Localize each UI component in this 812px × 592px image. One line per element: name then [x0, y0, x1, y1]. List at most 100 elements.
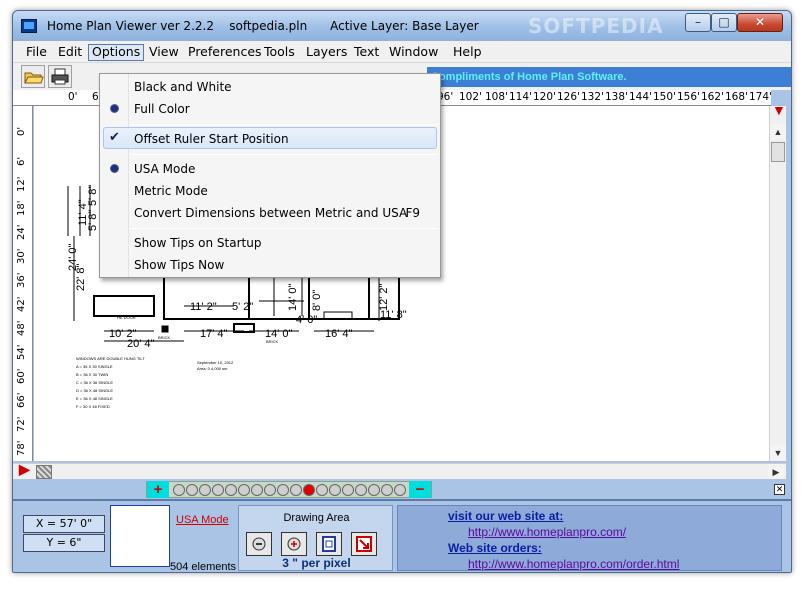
ruler-left: 0' 6' 12' 18' 24' 30' 36' 42' 48' 54' 60…: [13, 106, 33, 461]
plan-note: F = 30 X 48 FIXED: [76, 404, 110, 409]
zoom-out-button[interactable]: [246, 532, 272, 556]
zoom-level-dot[interactable]: [368, 484, 380, 496]
zoom-level-dot[interactable]: [355, 484, 367, 496]
promo-banner: Compliments of Home Plan Software.: [427, 67, 791, 87]
menu-black-and-white[interactable]: Black and White: [134, 80, 232, 94]
ruler-top-label: 162': [701, 91, 724, 103]
plan-note: September 10, 2012: [197, 360, 234, 365]
orders-link[interactable]: http://www.homeplanpro.com/order.html: [468, 557, 679, 571]
y-coordinate: Y = 6": [23, 534, 105, 552]
ruler-left-label: 42': [16, 296, 27, 312]
minimize-button[interactable]: –: [685, 13, 711, 32]
vertical-scrollbar[interactable]: ▼ ▲ ▼: [769, 102, 786, 461]
ruler-left-label: 18': [16, 200, 27, 216]
zoom-level-dot[interactable]: [381, 484, 393, 496]
zoom-level-dot[interactable]: [199, 484, 211, 496]
ruler-offset-arrow-icon[interactable]: ▼: [772, 102, 786, 118]
menu-edit[interactable]: Edit: [55, 44, 85, 61]
app-window: Home Plan Viewer ver 2.2.2 softpedia.pln…: [12, 10, 792, 573]
ruler-left-label: 54': [16, 344, 27, 360]
zoom-minus-button[interactable]: −: [409, 481, 431, 498]
menu-help[interactable]: Help: [450, 44, 485, 61]
menu-options[interactable]: Options: [88, 44, 145, 61]
ruler-left-label: 12': [16, 176, 27, 192]
ruler-top-label: 132': [581, 91, 604, 103]
zoom-level-dot[interactable]: [277, 484, 289, 496]
menu-convert-dimensions[interactable]: Convert Dimensions between Metric and US…: [134, 206, 407, 220]
fit-page-button[interactable]: [316, 532, 342, 556]
visit-heading[interactable]: visit our web site at:: [448, 509, 563, 523]
ruler-top-label: 0': [68, 91, 78, 103]
zoom-level-dot[interactable]: [303, 484, 315, 496]
zoom-level-dot[interactable]: [342, 484, 354, 496]
zoom-level-dot[interactable]: [329, 484, 341, 496]
radio-dot-icon: [111, 165, 118, 172]
menu-usa-mode[interactable]: USA Mode: [134, 162, 195, 176]
zoom-plus-button[interactable]: +: [147, 481, 169, 498]
ruler-left-label: 60': [16, 368, 27, 384]
zoom-level-dot[interactable]: [316, 484, 328, 496]
zoom-out-icon: [252, 537, 266, 551]
zoom-level-dot[interactable]: [173, 484, 185, 496]
select-area-button[interactable]: [351, 532, 377, 556]
menu-view[interactable]: View: [146, 44, 182, 61]
website-link[interactable]: http://www.homeplanpro.com/: [468, 525, 626, 539]
orders-heading[interactable]: Web site orders:: [448, 541, 542, 555]
close-button[interactable]: ✕: [737, 13, 783, 32]
plan-note: B = 36 X 30 TWIN: [76, 372, 108, 377]
open-folder-icon: [24, 72, 44, 84]
scroll-up-icon[interactable]: ▲: [770, 124, 786, 140]
zoom-level-dot[interactable]: [238, 484, 250, 496]
fit-page-icon: [322, 536, 336, 552]
ruler-offset-arrow-icon[interactable]: ▶: [19, 461, 30, 478]
usa-mode-link[interactable]: USA Mode: [176, 514, 229, 526]
plan-dim: 22' 8": [75, 263, 87, 291]
toggle-panel-icon[interactable]: ✕: [774, 484, 785, 495]
zoom-level-dot[interactable]: [251, 484, 263, 496]
scroll-down-icon[interactable]: ▼: [770, 445, 786, 461]
plan-note: C = 36 X 36 SINGLE: [76, 380, 113, 385]
menu-metric-mode[interactable]: Metric Mode: [134, 184, 208, 198]
ruler-top-label: 168': [725, 91, 748, 103]
horizontal-scrollbar[interactable]: ▶ ▶: [13, 461, 786, 480]
plan-note: D = 36 X 48 SINGLE: [76, 388, 113, 393]
ruler-left-label: 24': [16, 224, 27, 240]
plan-dim: 5' 2": [232, 301, 253, 313]
layer-grid-icon[interactable]: [110, 505, 170, 567]
menu-show-tips-now[interactable]: Show Tips Now: [134, 258, 224, 272]
zoom-level-dot[interactable]: [212, 484, 224, 496]
menu-offset-ruler[interactable]: Offset Ruler Start Position: [134, 132, 289, 146]
zoom-level-dot[interactable]: [264, 484, 276, 496]
maximize-button[interactable]: □: [711, 13, 737, 32]
web-links-panel: visit our web site at: http://www.homepl…: [397, 505, 782, 571]
scroll-right-icon[interactable]: ▶: [768, 464, 784, 480]
menu-text[interactable]: Text: [351, 44, 382, 61]
zoom-in-icon: [287, 537, 301, 551]
menu-window[interactable]: Window: [386, 44, 441, 61]
menu-file[interactable]: File: [23, 44, 50, 61]
print-button[interactable]: [48, 65, 72, 88]
scroll-thumb[interactable]: [36, 465, 52, 479]
ruler-corner: [13, 90, 33, 106]
menu-full-color[interactable]: Full Color: [134, 102, 190, 116]
menu-layers[interactable]: Layers: [303, 44, 350, 61]
zoom-level-dot[interactable]: [186, 484, 198, 496]
ruler-left-label: 66': [16, 392, 27, 408]
zoom-in-button[interactable]: [281, 532, 307, 556]
zoom-strip: + −: [146, 481, 432, 498]
zoom-level-dot[interactable]: [394, 484, 406, 496]
zoom-level-dot[interactable]: [225, 484, 237, 496]
ruler-top-label: 108': [485, 91, 508, 103]
open-button[interactable]: [21, 65, 45, 88]
menu-tools[interactable]: Tools: [261, 44, 298, 61]
scroll-thumb[interactable]: [771, 142, 785, 162]
status-panel: X = 57' 0" Y = 6" USA Mode 504 elements …: [13, 499, 791, 572]
plan-dim: 8' 0": [311, 290, 323, 311]
title-bar: Home Plan Viewer ver 2.2.2 softpedia.pln…: [13, 11, 791, 41]
ruler-top-label: 138': [605, 91, 628, 103]
menu-preferences[interactable]: Preferences: [185, 44, 265, 61]
ruler-top-label: 120': [533, 91, 556, 103]
plan-note: HE DOOR: [117, 315, 136, 320]
zoom-level-dot[interactable]: [290, 484, 302, 496]
menu-tips-on-startup[interactable]: Show Tips on Startup: [134, 236, 261, 250]
